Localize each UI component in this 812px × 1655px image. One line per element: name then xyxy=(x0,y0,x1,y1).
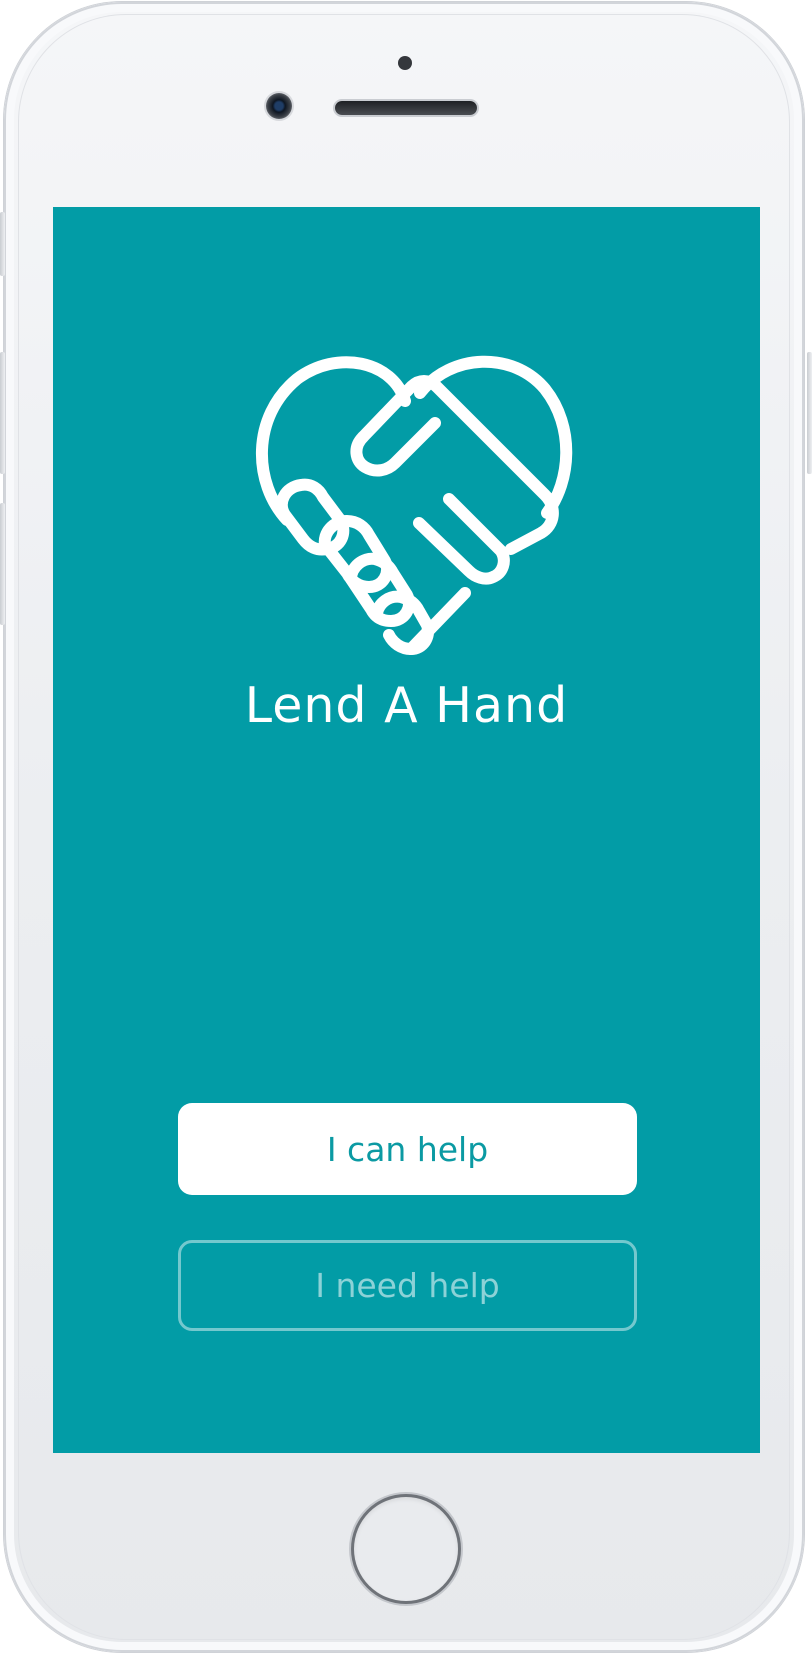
earpiece-speaker xyxy=(335,101,477,115)
proximity-sensor xyxy=(398,56,412,70)
i-can-help-button[interactable]: I can help xyxy=(178,1103,637,1195)
app-title: Lend A Hand xyxy=(244,677,569,734)
volume-down-button xyxy=(0,503,5,625)
volume-up-button xyxy=(0,352,5,474)
power-button xyxy=(807,352,812,474)
home-button[interactable] xyxy=(354,1497,458,1601)
app-screen: Lend A Hand I can help I need help xyxy=(53,207,760,1453)
i-need-help-button[interactable]: I need help xyxy=(178,1240,637,1331)
heart-handshake-icon xyxy=(256,355,573,655)
mute-switch xyxy=(0,212,5,276)
front-camera-icon xyxy=(266,93,292,119)
